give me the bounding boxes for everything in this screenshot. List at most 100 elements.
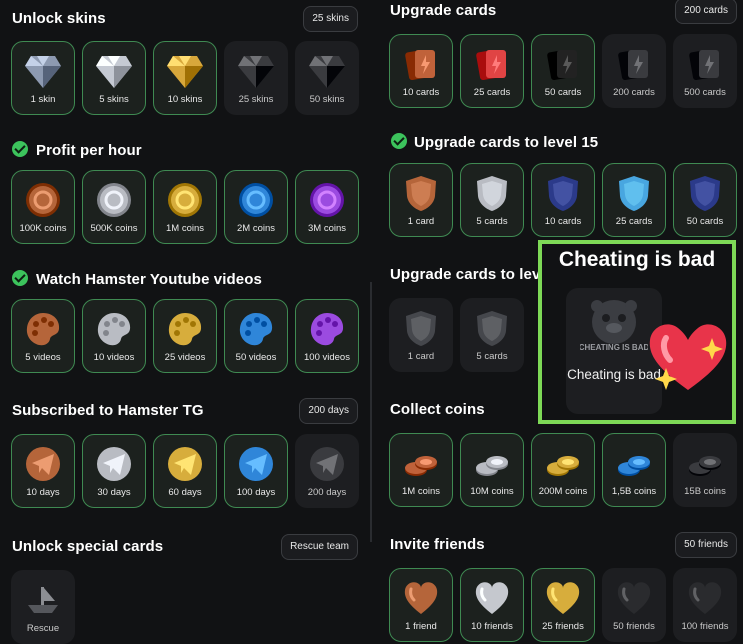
achievement-tile[interactable]: 100 friends xyxy=(673,568,737,642)
achievement-tile[interactable]: 25 cards xyxy=(602,163,666,237)
heart-icon xyxy=(546,582,580,614)
coin-stack-icon xyxy=(689,456,721,476)
section-title: Unlock special cards xyxy=(12,538,164,555)
card-deck-icon xyxy=(547,49,577,81)
achievement-tile[interactable]: 500 cards xyxy=(673,34,737,108)
achievement-tile[interactable]: 10 skins xyxy=(153,41,217,115)
telegram-plane-icon xyxy=(239,447,273,481)
diamond-icon xyxy=(25,56,61,88)
achievement-label: 500K coins xyxy=(90,223,138,234)
card-deck-icon xyxy=(618,49,648,81)
check-icon xyxy=(12,141,28,157)
special-cards-section: Unlock special cards Rescue team Rescue xyxy=(0,534,370,644)
achievement-label: 1 friend xyxy=(405,621,437,632)
achievement-tile[interactable]: 500K coins xyxy=(82,170,146,244)
achievement-tile[interactable]: 10 friends xyxy=(460,568,524,642)
section-title: Upgrade cards to level xyxy=(390,266,554,283)
achievement-tile[interactable]: 15B coins xyxy=(673,433,737,507)
achievement-tile[interactable]: 50 cards xyxy=(531,34,595,108)
achievement-tile[interactable]: 30 days xyxy=(82,434,146,508)
achievement-tile[interactable]: 1M coins xyxy=(153,170,217,244)
achievement-tile[interactable]: 100 videos xyxy=(295,299,359,373)
achievement-label: 10 days xyxy=(26,487,60,498)
left-column: Unlock skins 25 skins 1 skin 5 skins 10 sk… xyxy=(0,0,370,644)
section-badge[interactable]: 50 friends xyxy=(675,532,737,558)
achievement-tile[interactable]: 60 days xyxy=(153,434,217,508)
achievement-tile[interactable]: 5 cards xyxy=(460,163,524,237)
achievement-tile[interactable]: 50 skins xyxy=(295,41,359,115)
achievement-tile[interactable]: 50 cards xyxy=(673,163,737,237)
scrollbar[interactable] xyxy=(370,282,372,542)
card-deck-icon xyxy=(476,49,506,81)
diamond-icon xyxy=(167,56,203,88)
boat-icon xyxy=(28,587,58,613)
achievement-tile[interactable]: 5 cards xyxy=(460,298,524,372)
achievement-tile[interactable]: 1 skin xyxy=(11,41,75,115)
achievement-tile[interactable]: 50 friends xyxy=(602,568,666,642)
achievement-tile[interactable]: 25 videos xyxy=(153,299,217,373)
achievement-tile[interactable]: 50 videos xyxy=(224,299,288,373)
achievement-row: 5 videos 10 videos 25 videos 50 videos 100 v… xyxy=(11,299,359,373)
achievement-tile[interactable]: Rescue xyxy=(11,570,75,644)
achievement-tile[interactable]: 2M coins xyxy=(224,170,288,244)
achievement-row: 1 friend 10 friends 25 friends 50 friends 10… xyxy=(389,568,737,642)
overlay-image-text: CHEATING IS BAD xyxy=(580,343,648,352)
achievement-row: 100K coins 500K coins 1M coins 2M coins 3M c… xyxy=(11,170,359,244)
section-badge[interactable]: 25 skins xyxy=(303,6,358,32)
achievement-label: 50 cards xyxy=(544,87,582,98)
upgrade-cards-section: Upgrade cards 200 cards 10 cards 25 cards… xyxy=(378,0,743,108)
telegram-plane-icon xyxy=(310,447,344,481)
telegram-plane-icon xyxy=(26,447,60,481)
coin-stack-icon xyxy=(405,456,437,476)
achievement-label: 1 skin xyxy=(30,94,56,105)
achievement-tile[interactable]: 200 cards xyxy=(602,34,666,108)
achievement-label: 25 cards xyxy=(615,216,653,227)
achievement-label: 25 cards xyxy=(473,87,511,98)
achievement-tile[interactable]: 1,5B coins xyxy=(602,433,666,507)
achievement-tile[interactable]: 100 days xyxy=(224,434,288,508)
achievement-label: 1M coins xyxy=(165,223,204,234)
achievement-tile[interactable]: 200 days xyxy=(295,434,359,508)
achievement-label: 10 videos xyxy=(93,352,135,363)
achievement-label: 30 days xyxy=(97,487,131,498)
achievement-label: 1 card xyxy=(407,216,435,227)
achievement-tile[interactable]: 25 skins xyxy=(224,41,288,115)
telegram-plane-icon xyxy=(97,447,131,481)
achievement-label: 200 cards xyxy=(613,87,655,98)
section-title: Upgrade cards to level 15 xyxy=(414,134,599,151)
achievement-label: 100K coins xyxy=(19,223,67,234)
achievement-label: 10 cards xyxy=(402,87,440,98)
shield-icon xyxy=(548,176,578,211)
achievement-tile[interactable]: 10 days xyxy=(11,434,75,508)
bronze-coin-icon xyxy=(26,183,60,217)
section-badge[interactable]: 200 cards xyxy=(675,0,737,24)
section-badge[interactable]: Rescue team xyxy=(281,534,358,560)
achievement-label: 200M coins xyxy=(538,486,588,497)
achievement-tile[interactable]: 100K coins xyxy=(11,170,75,244)
achievement-tile[interactable]: 1 card xyxy=(389,298,453,372)
achievement-tile[interactable]: 3M coins xyxy=(295,170,359,244)
achievement-tile[interactable]: 1 friend xyxy=(389,568,453,642)
achievement-tile[interactable]: 10M coins xyxy=(460,433,524,507)
achievement-tile[interactable]: 25 friends xyxy=(531,568,595,642)
achievement-row: 1 card 5 cards 10 cards 25 cards 50 cards xyxy=(389,163,737,237)
achievement-tile[interactable]: 5 skins xyxy=(82,41,146,115)
palette-icon xyxy=(26,313,60,346)
shield-icon xyxy=(690,176,720,211)
achievement-tile[interactable]: 200M coins xyxy=(531,433,595,507)
achievement-tile[interactable]: 10 cards xyxy=(389,34,453,108)
achievement-tile[interactable]: 1M coins xyxy=(389,433,453,507)
achievement-label: 1M coins xyxy=(401,486,440,497)
hamster-badge-icon: CHEATING IS BAD xyxy=(580,300,648,352)
achievement-tile[interactable]: 25 cards xyxy=(460,34,524,108)
section-badge[interactable]: 200 days xyxy=(299,398,358,424)
achievement-label: 5 cards xyxy=(476,351,508,362)
heart-icon xyxy=(617,582,651,614)
shield-icon xyxy=(406,311,436,346)
achievement-tile[interactable]: 10 videos xyxy=(82,299,146,373)
achievement-tile[interactable]: 5 videos xyxy=(11,299,75,373)
achievement-tile[interactable]: 10 cards xyxy=(531,163,595,237)
section-title: Unlock skins xyxy=(12,10,106,27)
invite-friends-section: Invite friends 50 friends 1 friend 10 fri… xyxy=(378,532,743,642)
achievement-tile[interactable]: 1 card xyxy=(389,163,453,237)
